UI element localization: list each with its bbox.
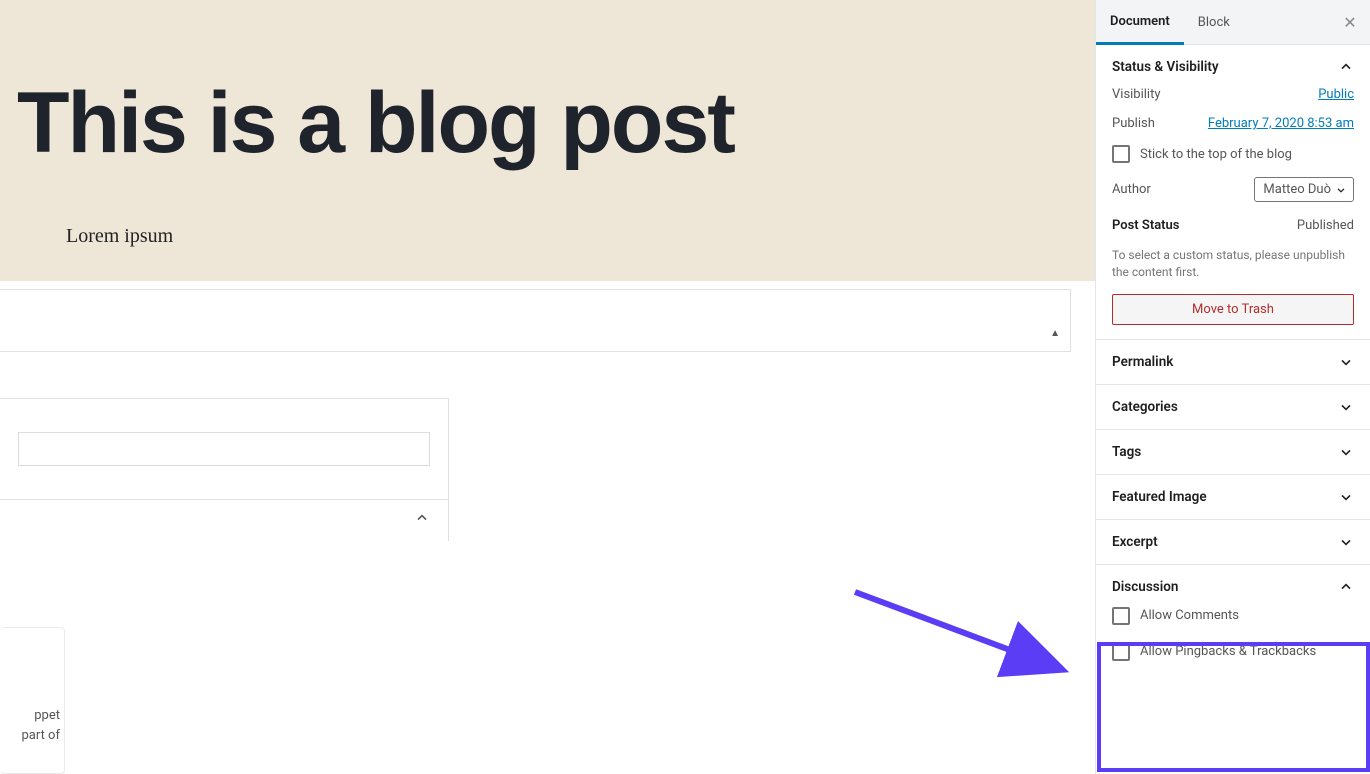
meta-box-group (0, 398, 449, 541)
post-status-label: Post Status (1112, 218, 1180, 233)
panel-tags[interactable]: Tags (1096, 430, 1370, 475)
meta-box-toggle[interactable] (0, 500, 448, 541)
status-note: To select a custom status, please unpubl… (1112, 247, 1354, 282)
panel-categories-title: Categories (1112, 399, 1178, 415)
author-value: Matteo Duò (1263, 182, 1331, 197)
panel-tags-title: Tags (1112, 444, 1141, 460)
panel-permalink-title: Permalink (1112, 354, 1173, 370)
visibility-label: Visibility (1112, 87, 1161, 102)
meta-box-input-wrap (0, 399, 448, 500)
allow-comments-checkbox[interactable] (1112, 607, 1130, 625)
panel-excerpt[interactable]: Excerpt (1096, 520, 1370, 565)
chevron-down-icon (1338, 444, 1354, 460)
title-area: This is a blog post Lorem ipsum (0, 0, 1095, 281)
tab-block[interactable]: Block (1184, 0, 1244, 45)
chevron-down-icon (1338, 354, 1354, 370)
sticky-label: Stick to the top of the blog (1140, 147, 1292, 162)
sticky-checkbox[interactable] (1112, 145, 1130, 163)
move-to-trash-button[interactable]: Move to Trash (1112, 294, 1354, 325)
publish-value[interactable]: February 7, 2020 8:53 am (1208, 116, 1354, 131)
panel-excerpt-title: Excerpt (1112, 534, 1158, 550)
chevron-up-icon (1338, 59, 1354, 75)
visibility-value[interactable]: Public (1318, 87, 1354, 102)
panel-permalink[interactable]: Permalink (1096, 340, 1370, 385)
chevron-up-icon (1338, 579, 1354, 595)
meta-box-input[interactable] (18, 432, 430, 466)
settings-sidebar: Document Block ✕ Status & Visibility Vis… (1095, 0, 1370, 774)
meta-box-collapsed[interactable]: ▲ (0, 289, 1071, 352)
chevron-up-icon (414, 510, 430, 526)
panel-status-visibility: Status & Visibility Visibility Public Pu… (1096, 45, 1370, 340)
publish-label: Publish (1112, 116, 1155, 131)
panel-status-title: Status & Visibility (1112, 59, 1219, 75)
post-title[interactable]: This is a blog post (17, 74, 734, 173)
author-select[interactable]: Matteo Duò (1254, 177, 1354, 202)
close-icon[interactable]: ✕ (1340, 12, 1360, 32)
post-body-preview[interactable]: Lorem ipsum (66, 225, 173, 248)
panel-featured-title: Featured Image (1112, 489, 1207, 505)
chevron-down-icon (1338, 534, 1354, 550)
allow-comments-label: Allow Comments (1140, 608, 1239, 623)
panel-discussion-header[interactable]: Discussion (1112, 579, 1354, 595)
allow-pingbacks-label: Allow Pingbacks & Trackbacks (1140, 644, 1316, 659)
panel-status-header[interactable]: Status & Visibility (1112, 59, 1354, 75)
panel-categories[interactable]: Categories (1096, 385, 1370, 430)
snippet-card: ppet part of (0, 627, 65, 774)
allow-pingbacks-checkbox[interactable] (1112, 643, 1130, 661)
snippet-line-1: ppet (0, 706, 60, 726)
sidebar-tabs: Document Block ✕ (1096, 0, 1370, 45)
tab-document[interactable]: Document (1096, 0, 1184, 45)
caret-up-icon: ▲ (1050, 328, 1060, 339)
chevron-down-icon (1338, 399, 1354, 415)
chevron-down-icon (1335, 184, 1347, 200)
snippet-line-2: part of (0, 726, 60, 746)
panel-discussion: Discussion Allow Comments Allow Pingback… (1096, 565, 1370, 675)
post-status-value: Published (1297, 218, 1354, 233)
chevron-down-icon (1338, 489, 1354, 505)
author-label: Author (1112, 182, 1151, 197)
panel-discussion-title: Discussion (1112, 579, 1178, 595)
panel-featured-image[interactable]: Featured Image (1096, 475, 1370, 520)
editor-canvas: This is a blog post Lorem ipsum ▲ ppet p… (0, 0, 1095, 774)
